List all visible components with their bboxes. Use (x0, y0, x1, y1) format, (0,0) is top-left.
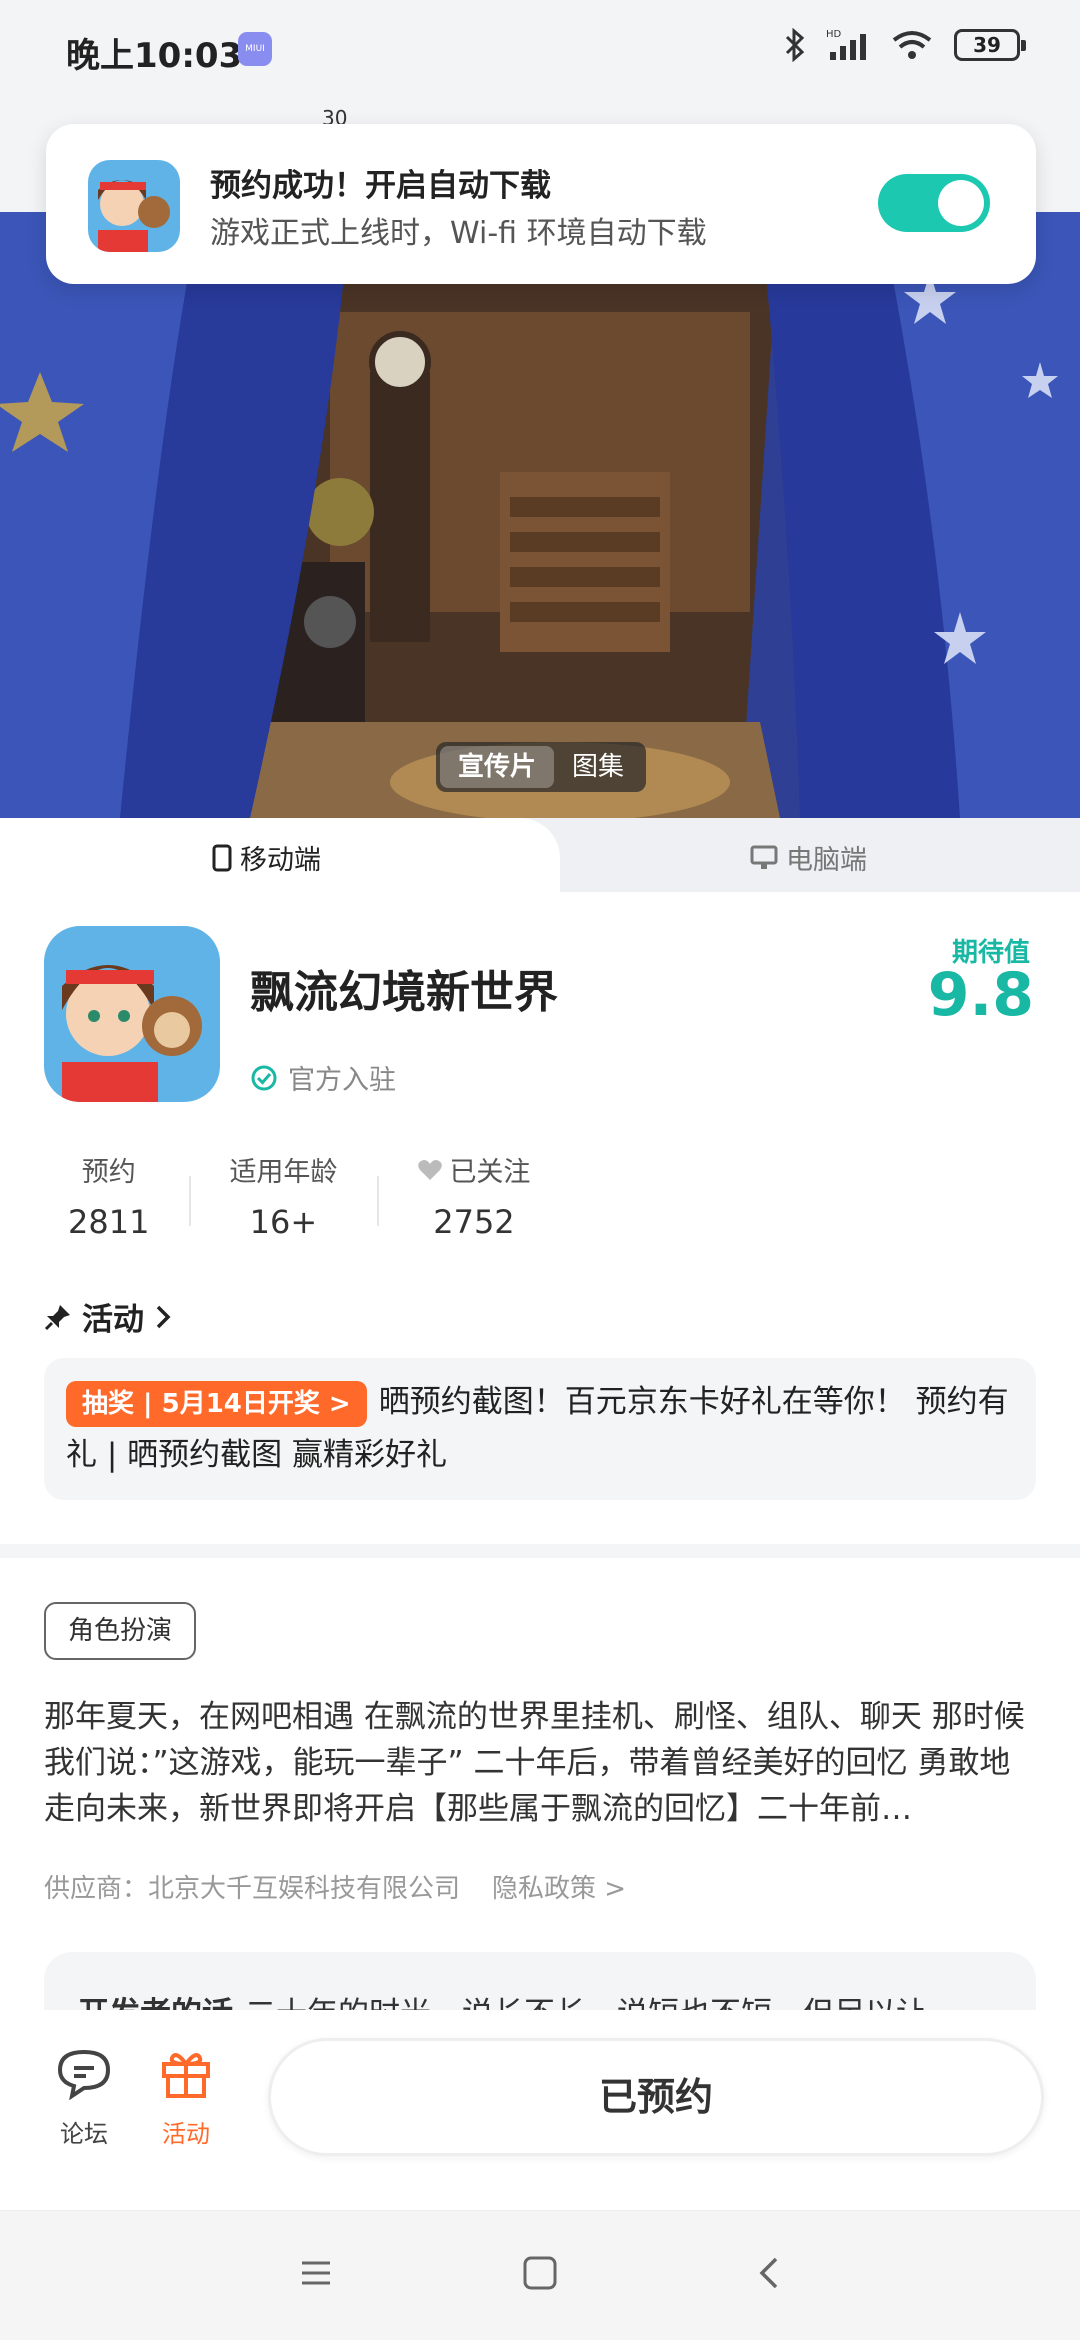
game-description[interactable]: 那年夏天，在网吧相遇 在飘流的世界里挂机、刷怪、组队、聊天 那时候我们说：”这游… (44, 1694, 1036, 1832)
system-nav-bar (0, 2210, 1080, 2340)
app-icon-small (88, 160, 180, 252)
notification-subtitle: 游戏正式上线时，Wi-fi 环境自动下载 (210, 216, 707, 251)
genre-tag[interactable]: 角色扮演 (44, 1602, 197, 1660)
stat-age-rating: 适用年龄 16+ (189, 1150, 377, 1241)
hero-media[interactable] (0, 212, 1080, 818)
booked-button[interactable]: 已预约 (268, 2038, 1044, 2156)
miui-icon: MIUI (238, 32, 272, 66)
notification-title: 预约成功！开启自动下载 (210, 168, 551, 204)
supplier-row: 供应商：北京大千互娱科技有限公司 隐私政策 > (44, 1868, 626, 1905)
section-divider (0, 1544, 1080, 1558)
tab-pc[interactable]: 电脑端 (750, 838, 867, 877)
bottom-action-bar: 论坛 活动 已预约 (0, 2010, 1080, 2210)
svg-text:HD: HD (826, 29, 842, 40)
home-icon[interactable] (522, 2255, 558, 2291)
tab-mobile-label: 移动端 (240, 845, 321, 876)
stat-label: 预约 (81, 1157, 136, 1188)
official-label: 官方入驻 (288, 1065, 396, 1096)
stat-reservations: 预约 2811 (44, 1150, 189, 1241)
stat-followers[interactable]: 已关注 2752 (377, 1150, 570, 1241)
tab-pc-label: 电脑端 (786, 845, 867, 876)
app-icon-art (44, 926, 220, 1102)
app-name: 飘流幻境新世界 (250, 967, 558, 1018)
official-badge: 官方入驻 (250, 1058, 396, 1097)
pin-icon (44, 1304, 70, 1330)
gift-icon (162, 2053, 210, 2098)
auto-download-toggle[interactable] (878, 174, 990, 232)
app-icon (44, 926, 220, 1102)
activity-label: 活动 (162, 2120, 210, 2148)
forum-button[interactable]: 论坛 (54, 2046, 114, 2149)
bluetooth-icon (785, 28, 805, 62)
activity-card[interactable]: 抽奖 | 5月14日开奖 > 晒预约截图！百元京东卡好礼在等你！ 预约有礼 | 晒… (44, 1358, 1036, 1500)
app-thumbnail (88, 160, 180, 252)
status-icons: HD 39 (784, 28, 1026, 62)
status-bar: 晚上10:03 MIUI HD 39 (0, 0, 1080, 100)
booking-success-notification[interactable]: 预约成功！开启自动下载 游戏正式上线时，Wi-fi 环境自动下载 (46, 124, 1036, 284)
activity-header[interactable]: 活动 (44, 1294, 172, 1339)
privacy-policy-link[interactable]: 隐私政策 > (492, 1868, 626, 1905)
tab-promo-video[interactable]: 宣传片 (440, 746, 555, 788)
activity-button[interactable]: 活动 (158, 2046, 214, 2149)
activity-heading: 活动 (82, 1302, 144, 1338)
menu-icon[interactable] (298, 2255, 334, 2291)
tab-mobile[interactable]: 移动端 (212, 838, 321, 877)
supplier-text: 供应商：北京大千互娱科技有限公司 (44, 1874, 461, 1904)
app-stats: 预约 2811 适用年龄 16+ 已关注 2752 (44, 1150, 570, 1241)
forum-icon (57, 2049, 111, 2101)
monitor-icon (750, 845, 778, 869)
verified-icon (251, 1065, 277, 1090)
stat-value: 2811 (68, 1203, 150, 1241)
lottery-badge[interactable]: 抽奖 | 5月14日开奖 > (66, 1380, 367, 1427)
platform-tabs: 移动端 电脑端 (0, 818, 1080, 892)
media-tabs: 宣传片 图集 (436, 742, 647, 792)
battery-indicator: 39 (954, 29, 1026, 61)
chevron-right-icon (156, 1305, 171, 1328)
stat-value: 16+ (249, 1203, 318, 1241)
heart-icon (418, 1159, 443, 1180)
stat-label: 适用年龄 (229, 1157, 338, 1188)
stat-label: 已关注 (449, 1157, 531, 1188)
stat-label-row: 已关注 (417, 1150, 530, 1189)
stat-value: 2752 (433, 1203, 515, 1241)
hero-artwork (0, 212, 1080, 818)
forum-label: 论坛 (60, 2120, 108, 2148)
signal-icon: HD (826, 29, 866, 60)
wifi-icon (892, 31, 932, 59)
toggle-knob (938, 180, 984, 226)
status-time: 晚上10:03 (66, 36, 243, 76)
expectation-value: 9.8 (927, 960, 1034, 1030)
tab-gallery[interactable]: 图集 (554, 746, 642, 788)
back-icon[interactable] (752, 2255, 788, 2291)
phone-icon (212, 844, 232, 871)
